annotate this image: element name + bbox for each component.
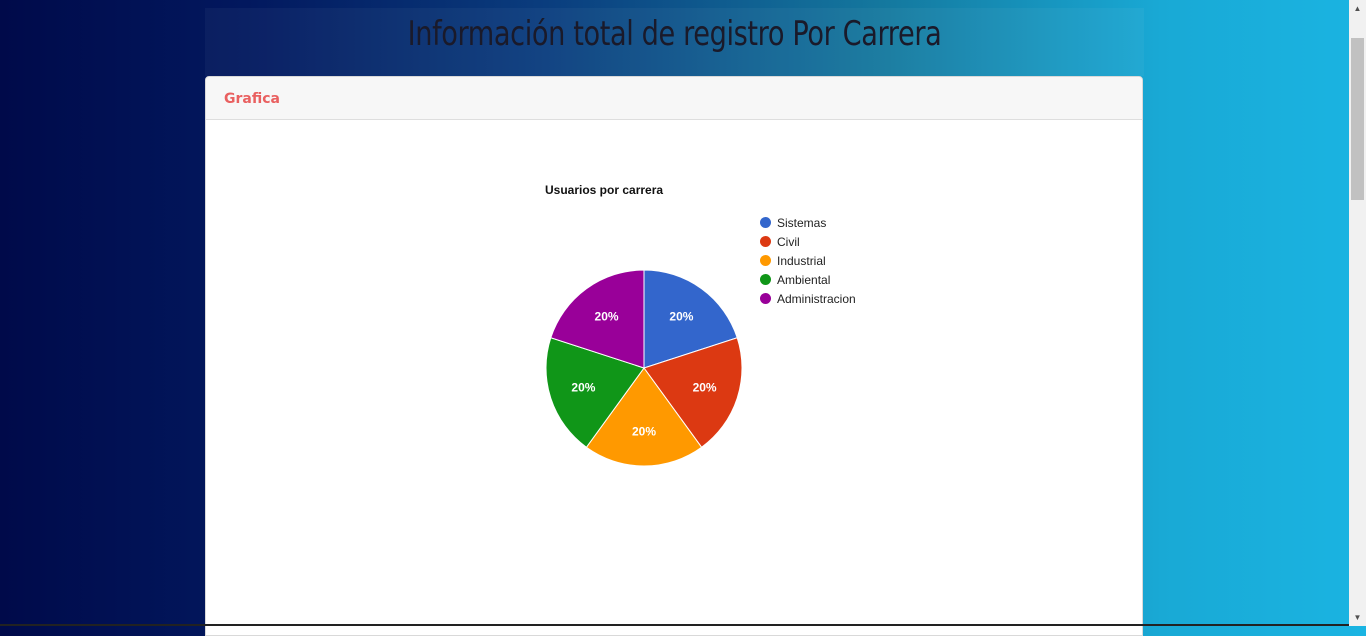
- pie-slice-label: 20%: [632, 425, 656, 439]
- legend-dot: [760, 236, 771, 247]
- chart-legend: Sistemas Civil Industrial Ambiental Administ…: [760, 213, 856, 308]
- scroll-up-icon[interactable]: ▲: [1349, 0, 1366, 17]
- legend-label: Industrial: [777, 253, 826, 268]
- chart-area: Usuarios por carrera 20% 20% 20% 20% 20% Sis…: [206, 121, 1144, 621]
- legend-dot: [760, 217, 771, 228]
- pie-slice-label: 20%: [669, 309, 693, 323]
- legend-dot: [760, 293, 771, 304]
- legend-label: Sistemas: [777, 215, 827, 230]
- legend-item-industrial[interactable]: Industrial: [760, 251, 856, 270]
- legend-label: Civil: [777, 234, 800, 249]
- card-title: Grafica: [224, 91, 280, 107]
- pie-chart: 20% 20% 20% 20% 20%: [545, 269, 743, 467]
- legend-label: Administracion: [777, 291, 856, 306]
- legend-item-sistemas[interactable]: Sistemas: [760, 213, 856, 232]
- legend-item-administracion[interactable]: Administracion: [760, 289, 856, 308]
- pie-slice-label: 20%: [571, 381, 595, 395]
- legend-dot: [760, 274, 771, 285]
- legend-label: Ambiental: [777, 272, 831, 287]
- card-header: Grafica: [206, 77, 1142, 120]
- page-title: Información total de registro Por Carrer…: [407, 14, 942, 54]
- legend-item-civil[interactable]: Civil: [760, 232, 856, 251]
- legend-item-ambiental[interactable]: Ambiental: [760, 270, 856, 289]
- legend-dot: [760, 255, 771, 266]
- pie-slice-label: 20%: [693, 381, 717, 395]
- vertical-scrollbar[interactable]: ▲ ▼: [1349, 0, 1366, 626]
- scroll-thumb[interactable]: [1351, 38, 1364, 200]
- scroll-down-icon[interactable]: ▼: [1349, 609, 1366, 626]
- chart-card: Grafica Usuarios por carrera 20% 20% 20% 20…: [205, 76, 1143, 636]
- pie-slice-label: 20%: [595, 309, 619, 323]
